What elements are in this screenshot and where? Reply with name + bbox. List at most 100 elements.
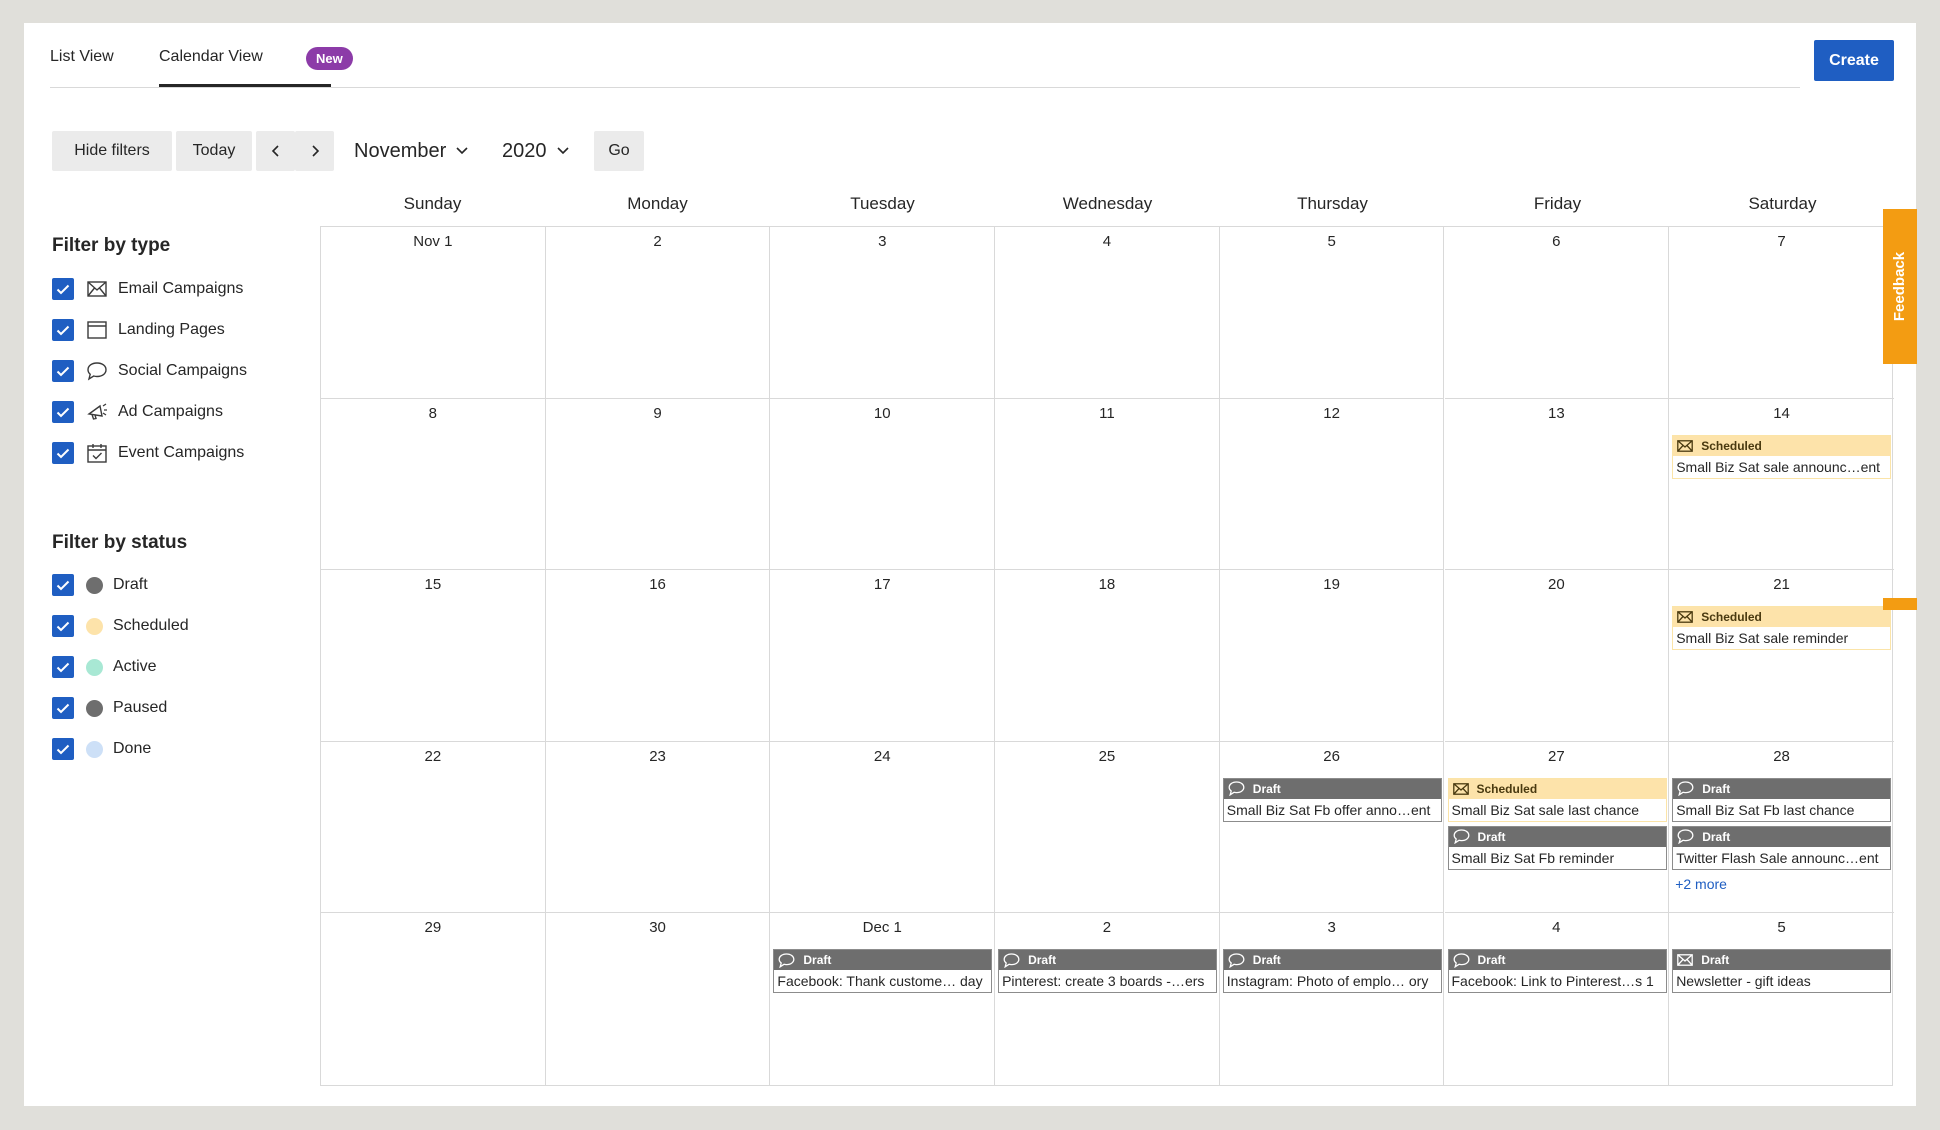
campaign-event[interactable]: Draft Small Biz Sat Fb reminder [1447,825,1667,870]
day-cell[interactable]: 9 [545,398,771,571]
day-number: 4 [1102,233,1112,250]
day-cell[interactable]: 4 [1445,913,1670,1085]
day-cell[interactable]: 14 [1669,399,1894,571]
year-select[interactable]: 2020 [502,131,569,171]
hide-filters-button[interactable]: Hide filters [52,131,172,171]
tab-list-view[interactable]: List View [50,48,114,66]
today-button[interactable]: Today [176,131,252,171]
month-select[interactable]: November [354,131,468,171]
ad-campaigns-label: Ad Campaigns [118,403,223,420]
campaign-event[interactable]: Draft Instagram: Photo of emplo… ory [1222,949,1442,994]
day-cell[interactable]: 3 [1220,913,1445,1085]
check-icon [56,662,70,672]
day-cell[interactable]: 15 [321,570,546,742]
day-cell[interactable]: 29 [321,913,546,1085]
day-cell[interactable]: 26 [1219,741,1445,914]
day-cell[interactable]: 12 [1219,398,1445,571]
day-number: 16 [649,576,666,594]
filter-type-event: Event Campaigns [52,441,244,465]
day-number: Dec 1 [862,919,902,937]
day-cell[interactable]: 22 [321,741,546,914]
day-cell[interactable]: 24 [770,741,996,914]
prev-month-button[interactable] [256,131,295,171]
day-cell[interactable]: 20 [1444,570,1670,742]
paused-checkbox[interactable] [52,697,74,719]
done-checkbox[interactable] [52,738,74,760]
campaign-event[interactable]: Draft Small Biz Sat Fb offer anno…ent [1222,777,1442,822]
day-cell[interactable]: 6 [1444,227,1670,399]
go-button[interactable]: Go [594,131,644,171]
feedback-label: Feedback [1891,251,1909,322]
campaign-event[interactable]: Scheduled Small Biz Sat sale reminder [1672,606,1892,651]
landing-pages-checkbox[interactable] [52,319,74,341]
draft-label: Draft [113,576,148,593]
social-icon [1228,953,1245,968]
social-campaigns-checkbox[interactable] [52,360,74,382]
day-number: 14 [1773,404,1790,422]
draft-checkbox[interactable] [52,574,74,596]
day-number: 21 [1773,576,1790,594]
done-status-dot [86,740,103,758]
event-status-label: Draft [1702,781,1731,796]
day-cell[interactable]: 25 [995,741,1220,914]
day-cell[interactable]: 2 [545,227,771,399]
day-cell[interactable]: 5 [1669,913,1894,1085]
day-number: 5 [1777,919,1786,937]
event-title: Pinterest: create 3 boards -…ers [1002,973,1205,990]
day-number: 13 [1548,404,1565,422]
day-cell[interactable]: 7 [1669,227,1894,399]
campaign-event[interactable]: Draft Facebook: Link to Pinterest…s 1 [1447,949,1667,994]
event-status-label: Draft [803,953,832,968]
day-cell[interactable]: 11 [995,398,1220,571]
day-cell[interactable]: 30 [546,913,771,1085]
day-cell[interactable]: 5 [1219,227,1445,399]
feedback-tab[interactable]: Feedback [1883,209,1917,364]
create-button[interactable]: Create [1814,40,1894,81]
day-number: 19 [1323,576,1340,594]
email-campaigns-label: Email Campaigns [118,280,244,297]
campaign-event[interactable]: Draft Pinterest: create 3 boards -…ers [998,949,1218,994]
day-number: 27 [1548,747,1565,765]
day-cell[interactable]: Dec 1 [770,913,996,1085]
social-campaigns-label: Social Campaigns [118,362,247,379]
megaphone-icon [86,401,108,423]
campaign-event[interactable]: Scheduled Small Biz Sat sale announc…ent [1672,434,1892,479]
filter-by-type-title: Filter by type [52,235,171,256]
day-cell[interactable]: 23 [545,741,771,914]
day-cell[interactable]: 4 [995,227,1220,399]
main-panel: List View Calendar View New Create Hide … [24,23,1916,1106]
active-checkbox[interactable] [52,656,74,678]
day-cell[interactable]: 18 [995,570,1220,742]
day-cell[interactable]: 16 [545,570,771,742]
feedback-tab-secondary[interactable] [1883,598,1917,610]
event-campaigns-checkbox[interactable] [52,442,74,464]
day-cell[interactable]: 3 [770,227,996,399]
scheduled-checkbox[interactable] [52,615,74,637]
campaign-event[interactable]: Scheduled Small Biz Sat sale last chance [1447,777,1667,822]
day-number: 23 [649,747,666,765]
day-cell[interactable]: 17 [770,570,996,742]
day-cell[interactable]: 2 [995,913,1220,1085]
day-cell[interactable]: Nov 1 [321,227,546,399]
day-cell[interactable]: 19 [1219,570,1445,742]
day-cell[interactable]: 21 [1669,570,1894,742]
campaign-event[interactable]: Draft Twitter Flash Sale announc…ent [1672,825,1892,870]
day-cell[interactable]: 10 [770,398,996,571]
social-icon [1453,953,1469,968]
next-month-button[interactable] [295,131,334,171]
event-status-header: Draft [1673,778,1891,799]
campaign-event[interactable]: Draft Facebook: Thank custome… day [773,949,993,994]
tab-calendar-view[interactable]: Calendar View [159,48,263,66]
campaign-event[interactable]: Draft Newsletter - gift ideas [1672,949,1892,994]
more-events-link[interactable]: +2 more [1675,876,1727,892]
ad-campaigns-checkbox[interactable] [52,401,74,423]
day-cell[interactable]: 8 [321,398,546,571]
event-status-label: Draft [1477,953,1506,968]
campaign-event[interactable]: Draft Small Biz Sat Fb last chance [1672,777,1892,822]
filter-status-draft: Draft [52,573,148,597]
email-campaigns-checkbox[interactable] [52,278,74,300]
event-title: Small Biz Sat sale last chance [1451,801,1640,818]
day-cell[interactable]: 13 [1444,398,1670,571]
filter-status-paused: Paused [52,696,167,720]
social-icon [1228,781,1245,797]
